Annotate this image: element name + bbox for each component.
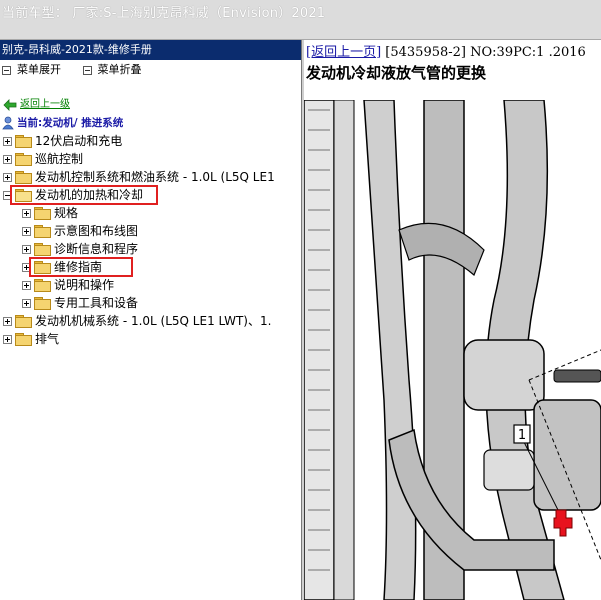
folder-icon	[34, 207, 51, 220]
expand-toggle-icon[interactable]	[3, 335, 12, 344]
folder-icon	[34, 297, 51, 310]
tree-item[interactable]: 维修指南	[0, 257, 301, 277]
expand-toggle-icon[interactable]	[3, 173, 12, 182]
person-icon	[2, 116, 14, 130]
tree-item[interactable]: 诊断信息和程序	[0, 240, 301, 258]
tree-item-label[interactable]: 专用工具和设备	[54, 294, 138, 312]
folder-icon	[15, 135, 32, 148]
expand-toggle-icon[interactable]	[22, 245, 31, 254]
expand-toggle-icon[interactable]	[3, 317, 12, 326]
tree-item[interactable]: 规格	[0, 204, 301, 222]
tree-item[interactable]: 发动机控制系统和燃油系统 - 1.0L (L5Q LE1	[0, 168, 301, 186]
tree-item-label[interactable]: 示意图和布线图	[54, 222, 138, 240]
current-path-label: 当前:发动机/ 推进系统	[17, 117, 124, 129]
collapse-icon	[82, 65, 92, 75]
tree-item[interactable]: 排气	[0, 330, 301, 348]
tree-item[interactable]: 巡航控制	[0, 150, 301, 168]
navigation-tree: 返回上一级 当前:发动机/ 推进系统 12伏启动和充电 巡航控制 发动机控制系统和燃…	[0, 96, 301, 348]
back-row: 返回上一级	[0, 96, 301, 114]
tree-item-label[interactable]: 排气	[35, 330, 59, 348]
manual-header: 别克-昂科威-2021款-维修手册	[0, 40, 301, 60]
collapse-menu-button[interactable]: 菜单折叠	[82, 60, 142, 80]
collapse-menu-label: 菜单折叠	[97, 63, 142, 76]
folder-icon	[15, 153, 32, 166]
highlight-box	[29, 257, 133, 277]
left-navigation-panel: 别克-昂科威-2021款-维修手册 菜单展开 菜单折叠 返回上一级 当前:发动机…	[0, 40, 302, 600]
tree-item-label[interactable]: 发动机控制系统和燃油系统 - 1.0L (L5Q LE1	[35, 168, 275, 186]
engine-illustration: 1	[304, 100, 601, 600]
back-arrow-icon[interactable]	[3, 99, 17, 111]
expand-toggle-icon[interactable]	[3, 137, 12, 146]
back-page-link[interactable]: [返回上一页]	[306, 45, 381, 60]
tree-toolbar: 菜单展开 菜单折叠	[0, 60, 301, 80]
tree-item[interactable]: 12伏启动和充电	[0, 132, 301, 150]
window-title: 当前车型： 厂家:S-上海别克昂科威（Envision）2021	[2, 6, 326, 21]
tree-item[interactable]: 说明和操作	[0, 276, 301, 294]
document-ref: [5435958-2] NO:39PC:1 .2016	[385, 45, 586, 60]
document-meta: [返回上一页] [5435958-2] NO:39PC:1 .2016	[306, 41, 586, 60]
tree-item[interactable]: 发动机的加热和冷却	[0, 185, 301, 205]
folder-icon	[34, 279, 51, 292]
window-titlebar: 当前车型： 厂家:S-上海别克昂科威（Envision）2021	[0, 0, 601, 40]
tree-item-label[interactable]: 发动机机械系统 - 1.0L (L5Q LE1 LWT)、1.	[35, 312, 271, 330]
tree-item-label[interactable]: 巡航控制	[35, 150, 83, 168]
folder-icon	[34, 243, 51, 256]
expand-menu-button[interactable]: 菜单展开	[2, 60, 61, 80]
folder-icon	[15, 315, 32, 328]
back-level-link[interactable]: 返回上一级	[20, 96, 70, 114]
document-title: 发动机冷却液放气管的更换	[306, 64, 487, 82]
tree-item[interactable]: 发动机机械系统 - 1.0L (L5Q LE1 LWT)、1.	[0, 312, 301, 330]
callout-number: 1	[518, 428, 526, 443]
tree-item-label[interactable]: 说明和操作	[54, 276, 114, 294]
tree-item-label[interactable]: 规格	[54, 204, 78, 222]
folder-icon	[34, 225, 51, 238]
expand-toggle-icon[interactable]	[22, 299, 31, 308]
expand-toggle-icon[interactable]	[22, 281, 31, 290]
expand-menu-label: 菜单展开	[17, 63, 61, 76]
tree-item-label[interactable]: 诊断信息和程序	[54, 240, 138, 258]
highlight-box	[10, 185, 158, 205]
expand-toggle-icon[interactable]	[22, 209, 31, 218]
tree-item[interactable]: 示意图和布线图	[0, 222, 301, 240]
tree-item-label[interactable]: 12伏启动和充电	[35, 132, 122, 150]
expand-toggle-icon[interactable]	[22, 227, 31, 236]
expand-icon	[2, 65, 11, 75]
tree-item[interactable]: 专用工具和设备	[0, 294, 301, 312]
folder-icon	[15, 171, 32, 184]
expand-toggle-icon[interactable]	[3, 155, 12, 164]
document-panel: [返回上一页] [5435958-2] NO:39PC:1 .2016 发动机冷…	[304, 40, 601, 600]
folder-icon	[15, 333, 32, 346]
current-path-row: 当前:发动机/ 推进系统	[0, 114, 301, 132]
